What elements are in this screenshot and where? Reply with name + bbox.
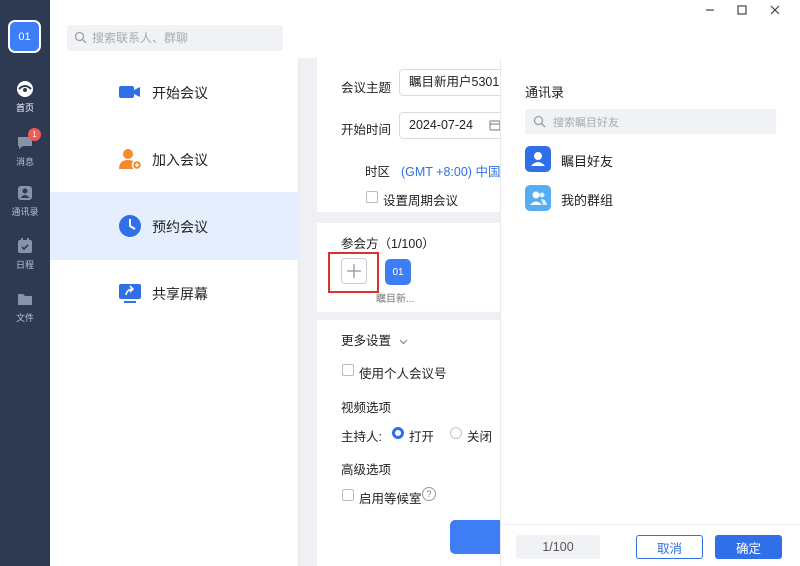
join-user-icon bbox=[119, 149, 142, 171]
nav-home[interactable]: 首页 bbox=[0, 80, 50, 114]
contact-person-icon bbox=[525, 146, 551, 172]
start-time-label: 开始时间 bbox=[341, 123, 392, 137]
menu-schedule-meeting-label: 预约会议 bbox=[152, 219, 208, 235]
chevron-down-icon bbox=[399, 339, 408, 345]
contacts-item-groups[interactable]: 我的群组 bbox=[525, 185, 776, 211]
advanced-options-label: 高级选项 bbox=[341, 463, 392, 477]
subject-input[interactable]: 瞩目新用户5301的 bbox=[399, 69, 500, 96]
app-sidebar: 01 首页 1 消息 通讯录 日程 文件 bbox=[0, 0, 50, 566]
contacts-item-groups-label: 我的群组 bbox=[561, 193, 614, 208]
start-date-input[interactable]: 2024-07-24 bbox=[399, 112, 500, 139]
menu-share-screen-label: 共享屏幕 bbox=[152, 286, 208, 302]
friend-search-placeholder: 搜索瞩目好友 bbox=[553, 117, 619, 129]
personal-id-label: 使用个人会议号 bbox=[359, 367, 447, 381]
nav-calendar-label: 日程 bbox=[15, 260, 34, 270]
user-avatar[interactable]: 01 bbox=[8, 20, 41, 53]
nav-calendar[interactable]: 日程 bbox=[0, 237, 50, 271]
host-label: 主持人: bbox=[341, 430, 382, 444]
share-screen-icon bbox=[119, 284, 141, 303]
subject-label: 会议主题 bbox=[341, 81, 392, 95]
panel-footer: 1/100 取消 确定 bbox=[501, 524, 800, 566]
top-bar: 搜索联系人、群聊 bbox=[50, 0, 800, 58]
host-video-on-radio[interactable] bbox=[392, 427, 404, 439]
menu-join-meeting-label: 加入会议 bbox=[152, 152, 208, 168]
contacts-item-friends[interactable]: 瞩目好友 bbox=[525, 146, 776, 172]
nav-messages[interactable]: 1 消息 bbox=[0, 128, 50, 168]
nav-files-label: 文件 bbox=[15, 313, 34, 323]
host-video-off-label: 关闭 bbox=[467, 430, 493, 444]
nav-files[interactable]: 文件 bbox=[0, 290, 50, 324]
message-badge: 1 bbox=[28, 128, 41, 141]
participant-name: 瞩目新... bbox=[376, 294, 415, 305]
nav-messages-label: 消息 bbox=[15, 157, 34, 167]
add-participant-button[interactable] bbox=[341, 258, 367, 284]
plus-icon bbox=[347, 264, 361, 278]
help-icon[interactable]: ? bbox=[422, 487, 436, 501]
close-icon bbox=[770, 5, 780, 15]
more-settings-toggle[interactable]: 更多设置 bbox=[341, 330, 408, 349]
clock-icon bbox=[119, 215, 141, 237]
waiting-room-label: 启用等候室 bbox=[359, 492, 422, 506]
personal-id-checkbox[interactable] bbox=[342, 364, 354, 376]
contacts-panel-title: 通讯录 bbox=[525, 85, 565, 100]
folder-icon bbox=[18, 294, 32, 305]
menu-schedule-meeting[interactable]: 预约会议 bbox=[50, 192, 299, 260]
menu-join-meeting[interactable]: 加入会议 bbox=[50, 125, 299, 193]
search-placeholder: 搜索联系人、群聊 bbox=[92, 31, 189, 45]
timezone-label: 时区 bbox=[365, 165, 391, 179]
schedule-submit-button[interactable] bbox=[450, 520, 500, 554]
maximize-icon bbox=[737, 5, 747, 15]
contact-search-input[interactable]: 搜索联系人、群聊 bbox=[67, 25, 283, 51]
timezone-value[interactable]: (GMT +8:00) 中国 bbox=[401, 161, 500, 180]
meeting-info-card: 会议主题 瞩目新用户5301的 开始时间 2024-07-24 时区 (GMT … bbox=[317, 58, 500, 212]
confirm-button[interactable]: 确定 bbox=[715, 535, 782, 559]
menu-start-meeting[interactable]: 开始会议 bbox=[50, 58, 299, 126]
cancel-button[interactable]: 取消 bbox=[636, 535, 703, 559]
menu-start-meeting-label: 开始会议 bbox=[152, 85, 208, 101]
contacts-item-friends-label: 瞩目好友 bbox=[561, 154, 614, 169]
friend-search-input[interactable]: 搜索瞩目好友 bbox=[525, 109, 776, 134]
host-video-on-label: 打开 bbox=[409, 430, 435, 444]
minimize-icon bbox=[706, 9, 714, 11]
contacts-panel: 通讯录 搜索瞩目好友 瞩目好友 我的群组 1/100 取消 确定 bbox=[500, 58, 800, 566]
meeting-menu: 开始会议 加入会议 预约会议 共享屏幕 bbox=[50, 58, 299, 566]
video-options-label: 视频选项 bbox=[341, 401, 392, 415]
nav-home-label: 首页 bbox=[15, 103, 34, 113]
schedule-form: 会议主题 瞩目新用户5301的 开始时间 2024-07-24 时区 (GMT … bbox=[317, 58, 500, 566]
participants-card: 参会方（1/100） 01 瞩目新... bbox=[317, 223, 500, 312]
maximize-button[interactable] bbox=[731, 2, 753, 18]
recurring-checkbox[interactable] bbox=[366, 191, 378, 203]
minimize-button[interactable] bbox=[699, 2, 721, 18]
start-date-value: 2024-07-24 bbox=[409, 118, 473, 132]
host-video-off-radio[interactable] bbox=[450, 427, 462, 439]
video-camera-icon bbox=[119, 86, 140, 98]
participant-avatar[interactable]: 01 bbox=[385, 259, 411, 285]
selected-count: 1/100 bbox=[516, 535, 600, 559]
calendar-icon bbox=[18, 238, 32, 253]
home-icon bbox=[17, 81, 33, 97]
waiting-room-checkbox[interactable] bbox=[342, 489, 354, 501]
calendar-picker-icon bbox=[489, 120, 500, 131]
close-window-button[interactable] bbox=[764, 2, 786, 18]
menu-share-screen[interactable]: 共享屏幕 bbox=[50, 259, 299, 327]
search-icon bbox=[533, 115, 546, 128]
more-settings-label: 更多设置 bbox=[341, 334, 392, 348]
group-icon bbox=[525, 185, 551, 211]
search-icon bbox=[74, 31, 87, 44]
nav-contacts-label: 通讯录 bbox=[11, 207, 39, 217]
nav-contacts[interactable]: 通讯录 bbox=[0, 184, 50, 218]
contacts-icon bbox=[18, 186, 32, 200]
recurring-label: 设置周期会议 bbox=[383, 194, 459, 208]
participants-label: 参会方（1/100） bbox=[341, 237, 435, 251]
